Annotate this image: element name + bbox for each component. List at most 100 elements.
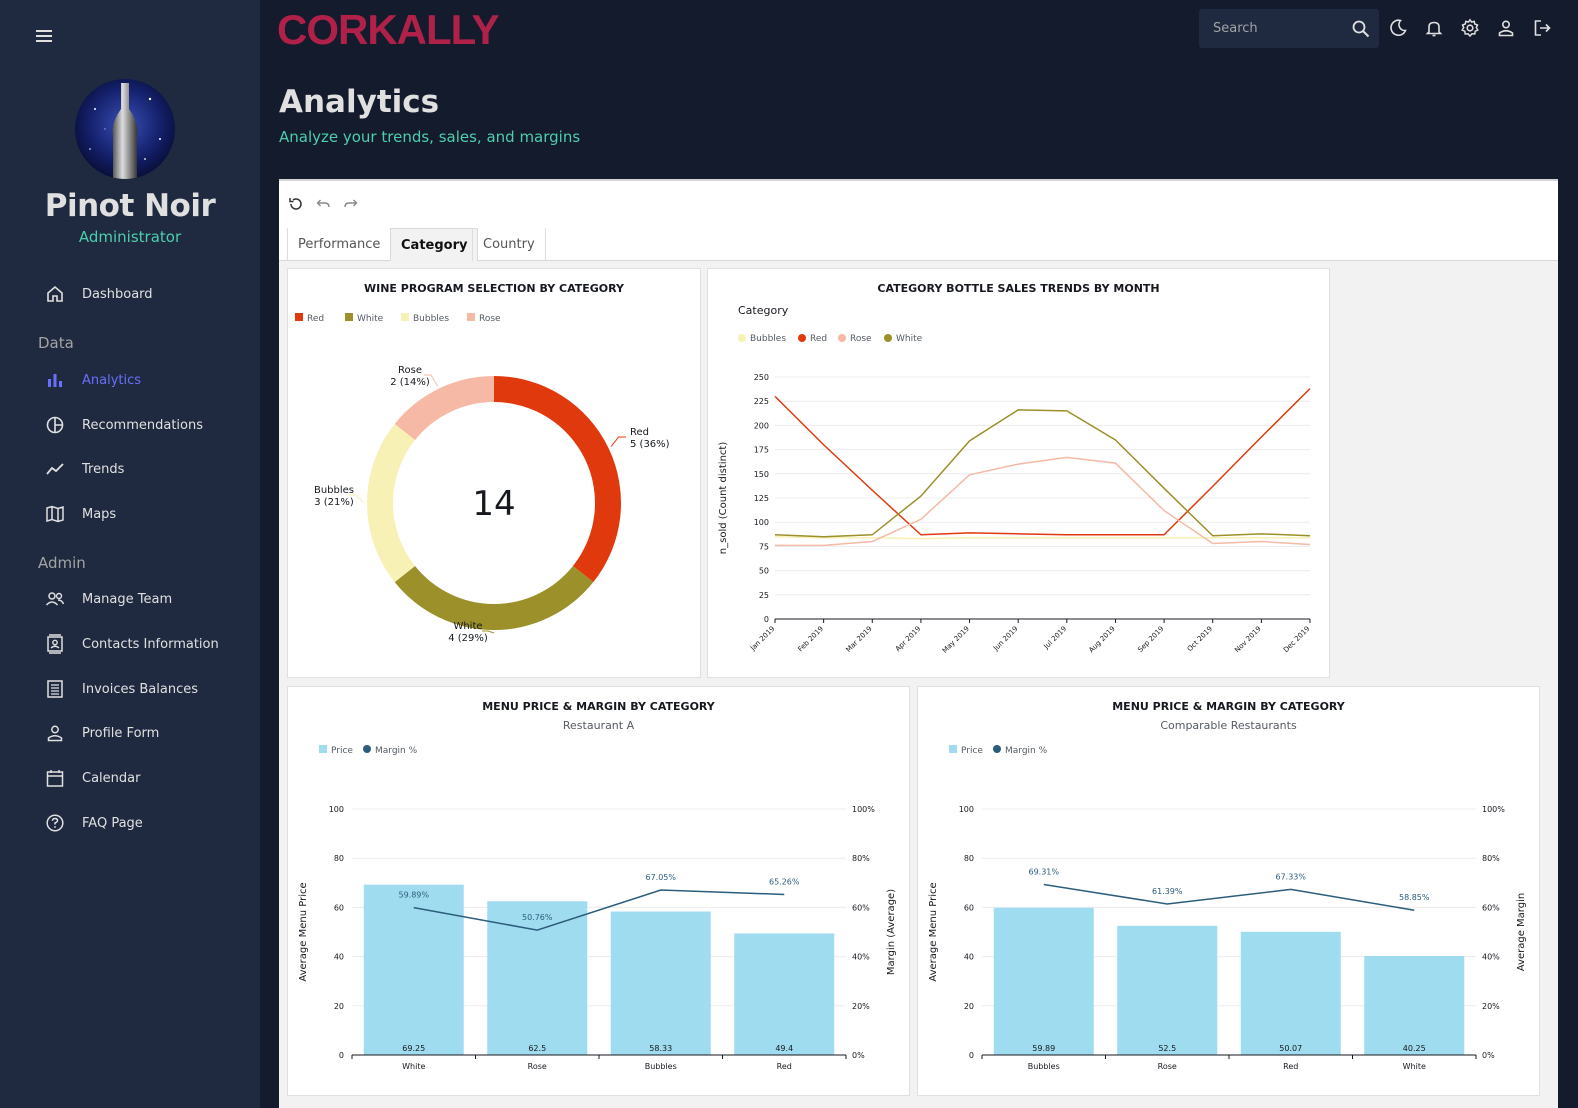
legend-label: Margin %: [375, 746, 418, 756]
y2-tick-label: 60%: [1482, 903, 1500, 912]
y-tick-label: 0: [969, 1051, 974, 1060]
sidebar-item-label: Calendar: [82, 770, 141, 786]
x-tick-label: Bubbles: [1028, 1062, 1060, 1071]
dark-mode-icon[interactable]: [1388, 18, 1408, 38]
y-tick-label: 50: [759, 567, 769, 576]
line-data-label: 59.89%: [398, 891, 429, 900]
undo-icon[interactable]: [314, 195, 332, 213]
legend-swatch: [884, 334, 892, 342]
sidebar-item-recommendations[interactable]: Recommendations: [0, 405, 260, 445]
legend-label: Bubbles: [413, 314, 449, 324]
donut-slice: [494, 376, 621, 583]
sidebar-item-label: Manage Team: [82, 591, 173, 607]
legend-label: Rose: [479, 314, 501, 324]
x-tick-label: White: [1403, 1062, 1426, 1071]
avatar[interactable]: [75, 79, 175, 179]
x-tick-label: Aug 2019: [1087, 625, 1116, 654]
legend-label: Rose: [850, 334, 872, 344]
line-data-label: 61.39%: [1152, 887, 1183, 896]
y-tick-label: 225: [754, 397, 769, 406]
legend-swatch: [838, 334, 846, 342]
bar-data-label: 69.25: [402, 1044, 425, 1053]
label-leader: [610, 436, 626, 447]
line-data-label: 69.31%: [1028, 867, 1059, 876]
notifications-icon[interactable]: [1424, 18, 1444, 38]
legend-swatch: [363, 745, 371, 753]
x-tick-label: Red: [1283, 1062, 1298, 1071]
series-line: [774, 535, 1310, 540]
legend-swatch: [993, 745, 1001, 753]
y2-tick-label: 80%: [1482, 854, 1500, 863]
brand-logo[interactable]: CORKALLY: [277, 6, 499, 54]
reset-icon[interactable]: [287, 195, 305, 213]
y-axis-label: Average Menu Price: [928, 882, 939, 981]
bar-data-label: 52.5: [1158, 1044, 1176, 1053]
search-box: [1199, 9, 1379, 48]
y-tick-label: 75: [759, 542, 769, 551]
y2-tick-label: 80%: [852, 854, 870, 863]
sidebar: Pinot Noir Administrator Dashboard Data …: [0, 0, 260, 1108]
page-subtitle: Analyze your trends, sales, and margins: [279, 128, 581, 146]
y2-tick-label: 100%: [852, 805, 875, 814]
combo-chart: Price Margin % 0 0% 20 20% 40 40% 60 60% 80 80% 100 1…: [928, 745, 1527, 1071]
sidebar-item-label: Trends: [82, 461, 125, 477]
bar-data-label: 40.25: [1403, 1044, 1426, 1053]
line-data-label: 58.85%: [1399, 893, 1430, 902]
sidebar-item-analytics[interactable]: Analytics: [0, 360, 260, 400]
bar-data-label: 49.4: [775, 1044, 793, 1053]
x-tick-label: Rose: [528, 1062, 547, 1071]
x-tick-label: Bubbles: [645, 1062, 677, 1071]
x-tick-label: Jul 2019: [1042, 625, 1069, 652]
receipt-icon: [47, 680, 63, 698]
sidebar-item-dashboard[interactable]: Dashboard: [0, 274, 260, 314]
sidebar-item-contacts[interactable]: Contacts Information: [0, 624, 260, 664]
tab-performance[interactable]: Performance: [287, 228, 390, 261]
y2-tick-label: 20%: [1482, 1002, 1500, 1011]
y-tick-label: 60: [334, 903, 344, 912]
y-tick-label: 40: [334, 953, 344, 962]
logout-icon[interactable]: [1532, 18, 1552, 38]
donut-chart-card: WINE PROGRAM SELECTION BY CATEGORY Red Wh…: [287, 268, 701, 678]
redo-icon[interactable]: [342, 195, 360, 213]
sidebar-item-trends[interactable]: Trends: [0, 449, 260, 489]
x-tick-label: White: [402, 1062, 425, 1071]
x-tick-label: Apr 2019: [894, 625, 922, 653]
search-icon[interactable]: [1351, 19, 1371, 39]
donut-center-value: 14: [472, 484, 515, 524]
tab-country[interactable]: Country: [472, 228, 546, 261]
person-icon: [47, 725, 63, 742]
people-icon: [45, 592, 65, 606]
tab-category[interactable]: Category: [390, 228, 479, 261]
sidebar-item-label: Dashboard: [82, 286, 153, 302]
settings-icon[interactable]: [1460, 18, 1480, 38]
slice-name: Bubbles: [314, 485, 354, 496]
y-tick-label: 0: [764, 615, 769, 624]
sidebar-item-invoices[interactable]: Invoices Balances: [0, 669, 260, 709]
sidebar-item-faq[interactable]: FAQ Page: [0, 803, 260, 843]
sidebar-item-profile-form[interactable]: Profile Form: [0, 713, 260, 753]
legend-label: Price: [331, 746, 353, 756]
x-tick-label: Rose: [1158, 1062, 1177, 1071]
sidebar-item-manage-team[interactable]: Manage Team: [0, 579, 260, 619]
y-axis-label: Average Menu Price: [298, 882, 309, 981]
y-tick-label: 200: [754, 421, 769, 430]
margin-line: [1043, 883, 1415, 911]
sidebar-item-calendar[interactable]: Calendar: [0, 758, 260, 798]
x-tick-label: Nov 2019: [1233, 625, 1262, 654]
line-data-label: 65.26%: [769, 877, 800, 886]
sidebar-item-label: FAQ Page: [82, 815, 143, 831]
y-tick-label: 20: [964, 1002, 974, 1011]
menu-icon[interactable]: [34, 26, 54, 46]
user-icon[interactable]: [1496, 18, 1516, 38]
bar: [610, 911, 711, 1055]
search-input[interactable]: [1213, 18, 1343, 38]
contacts-icon: [47, 634, 63, 654]
legend-label: Price: [961, 746, 983, 756]
x-tick-label: Mar 2019: [845, 625, 874, 654]
y-tick-label: 25: [759, 591, 769, 600]
slice-name: White: [453, 621, 482, 632]
sidebar-item-maps[interactable]: Maps: [0, 494, 260, 534]
donut-slice: [367, 423, 416, 583]
line-chart-card: CATEGORY BOTTLE SALES TRENDS BY MONTH Ca…: [707, 268, 1330, 678]
slice-value: 4 (29%): [448, 633, 488, 644]
